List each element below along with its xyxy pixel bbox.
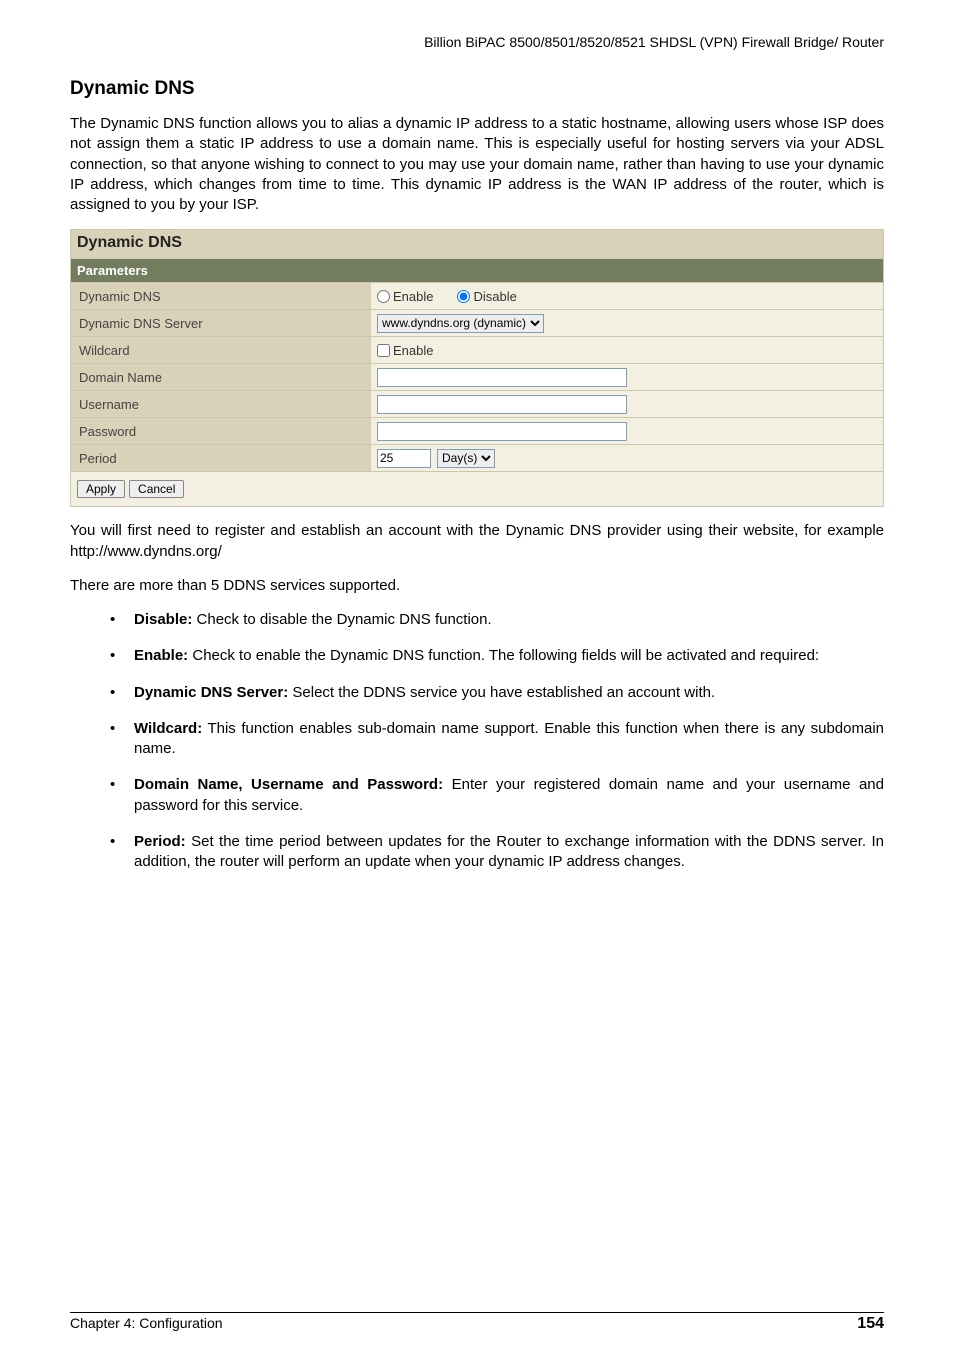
radio-disable-text: Disable [473,289,516,304]
wildcard-checkbox[interactable] [377,344,390,357]
row-wildcard: Wildcard Enable [71,337,883,364]
panel-subtitle: Parameters [71,259,883,283]
bullet-disable: Disable: Check to disable the Dynamic DN… [110,610,884,630]
ddns-panel: Dynamic DNS Parameters Dynamic DNS Enabl… [70,229,884,507]
panel-title: Dynamic DNS [71,230,883,259]
domain-input[interactable] [377,368,627,387]
label-username: Username [71,391,371,417]
radio-disable[interactable] [457,290,470,303]
section-title: Dynamic DNS [70,78,884,100]
after-paragraph-1: You will first need to register and esta… [70,521,884,562]
page-footer: Chapter 4: Configuration 154 [70,1312,884,1333]
row-period: Period Day(s) [71,445,883,472]
apply-button[interactable]: Apply [77,480,125,498]
radio-disable-label[interactable]: Disable [457,289,516,304]
row-server: Dynamic DNS Server www.dyndns.org (dynam… [71,310,883,337]
label-domain: Domain Name [71,364,371,390]
after-paragraph-2: There are more than 5 DDNS services supp… [70,576,884,596]
row-username: Username [71,391,883,418]
row-password: Password [71,418,883,445]
label-dynamic-dns: Dynamic DNS [71,283,371,309]
server-select[interactable]: www.dyndns.org (dynamic) [377,314,544,333]
row-dynamic-dns: Dynamic DNS Enable Disable [71,283,883,310]
label-wildcard: Wildcard [71,337,371,363]
cancel-button[interactable]: Cancel [129,480,184,498]
bullet-wildcard: Wildcard: This function enables sub-doma… [110,719,884,760]
row-domain: Domain Name [71,364,883,391]
page-header: Billion BiPAC 8500/8501/8520/8521 SHDSL … [70,34,884,50]
label-period: Period [71,445,371,471]
period-input[interactable] [377,449,431,468]
password-input[interactable] [377,422,627,441]
intro-paragraph: The Dynamic DNS function allows you to a… [70,114,884,215]
period-unit-select[interactable]: Day(s) [437,449,495,468]
radio-enable[interactable] [377,290,390,303]
bullet-period: Period: Set the time period between upda… [110,832,884,873]
bullet-list: Disable: Check to disable the Dynamic DN… [70,610,884,872]
footer-chapter: Chapter 4: Configuration [70,1315,223,1333]
label-server: Dynamic DNS Server [71,310,371,336]
footer-page-number: 154 [857,1315,884,1333]
wildcard-check-text: Enable [393,343,433,358]
panel-buttons: Apply Cancel [71,472,883,506]
username-input[interactable] [377,395,627,414]
bullet-enable: Enable: Check to enable the Dynamic DNS … [110,646,884,666]
bullet-server: Dynamic DNS Server: Select the DDNS serv… [110,683,884,703]
radio-enable-label[interactable]: Enable [377,289,433,304]
bullet-domain: Domain Name, Username and Password: Ente… [110,775,884,816]
radio-enable-text: Enable [393,289,433,304]
label-password: Password [71,418,371,444]
wildcard-check-label[interactable]: Enable [377,343,433,358]
